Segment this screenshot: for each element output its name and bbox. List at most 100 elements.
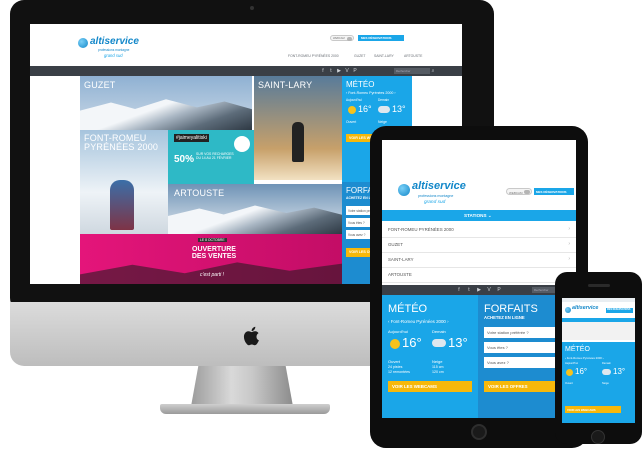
iphone-tomorrow-label: Demain (602, 362, 611, 365)
search-icon[interactable]: ⌕ (430, 68, 436, 74)
stations-dropdown-bar[interactable]: STATIONS ⌄ (382, 210, 576, 221)
nav-font-romeu[interactable]: FONT-ROMEU PYRÉNÉES 2000 (288, 54, 339, 58)
brand-name[interactable]: altiservice (90, 36, 139, 47)
ipad-logo-icon (398, 184, 410, 196)
vimeo-icon[interactable]: V (344, 68, 350, 74)
site-header: altiservice professions montagne grand s… (30, 24, 462, 66)
sun-icon (390, 339, 400, 349)
ipad-social-strip: f t ▶ V P Rechercher (382, 285, 576, 295)
imac-camera (250, 6, 254, 10)
ipad-tomorrow-temp: 13° (448, 335, 468, 350)
ipad-pistes-value: 24 pistes (388, 365, 403, 369)
iphone-station-list (562, 322, 635, 340)
altiservice-logo-icon (78, 38, 88, 48)
webcam-toggle[interactable]: WEBCAM (330, 35, 354, 41)
iphone-speaker (588, 284, 610, 287)
ipad-list-item[interactable]: FONT-ROMEU PYRÉNÉES 2000 › (382, 223, 576, 238)
ipad-reservations-button[interactable]: MES RÉSERVATIONS (534, 188, 574, 195)
pinterest-icon[interactable]: P (352, 68, 358, 74)
iphone-status-bar (562, 298, 635, 302)
ipad-list-item[interactable]: ARTOUSTE› (382, 268, 576, 283)
pinterest-icon[interactable]: P (496, 287, 502, 293)
meteo-neige-label: Neige (378, 120, 387, 124)
ipad-partner: grand sud (424, 200, 446, 205)
meteo-today-temp: 16° (358, 104, 372, 114)
chevron-right-icon: › (568, 226, 570, 232)
promo-panel[interactable]: #jaimeyalitiski 50% SUR VOS RECHARGES DU… (168, 130, 254, 184)
facebook-icon[interactable]: f (456, 287, 462, 293)
promo-percent: 50% (174, 154, 195, 165)
iphone-screen: altiservice MES RÉSERVATIONS MÉTÉO ‹ Fon… (562, 298, 635, 423)
meteo-tomorrow-temp: 13° (392, 104, 406, 114)
search-input[interactable]: Rechercher (394, 68, 430, 74)
ipad-webcam-button[interactable]: VOIR LES WEBCAMS (388, 381, 472, 392)
vimeo-icon[interactable]: V (486, 287, 492, 293)
ipad-forfaits-subtitle: ACHETEZ EN LIGNE (484, 315, 525, 320)
panel-saint-lary-title: SAINT-LARY (258, 80, 313, 90)
mascot-icon (234, 136, 250, 152)
meteo-today-label: Aujourd'hui (346, 98, 362, 102)
meteo-title: MÉTÉO (346, 80, 375, 89)
ipad-neige-value: 115 cm (432, 365, 444, 369)
panel-guzet[interactable]: GUZET (80, 76, 252, 130)
twitter-icon[interactable]: t (466, 287, 472, 293)
panel-artouste[interactable]: ARTOUSTE (168, 184, 342, 234)
ipad-toggle-knob (524, 190, 530, 194)
ipad-reservations-label: MES RÉSERVATIONS (536, 189, 567, 194)
nav-guzet[interactable]: GUZET (354, 54, 366, 58)
sun-icon (348, 106, 356, 114)
ouverture-title: OUVERTURE DES VENTES (191, 246, 237, 260)
social-strip: f t ▶ V P Rechercher ⌕ (30, 66, 462, 76)
iphone-tomorrow-temp: 13° (613, 367, 626, 376)
panel-saint-lary[interactable]: SAINT-LARY (254, 76, 342, 180)
cloud-icon (602, 369, 611, 375)
ipad-webcam-toggle[interactable]: WEBCAM (506, 188, 532, 195)
ipad-list-item[interactable]: SAINT-LARY › (382, 253, 576, 268)
search-placeholder: Rechercher (396, 69, 411, 73)
list-item-label: ARTOUSTE (388, 272, 412, 277)
ipad-toggle-label: WEBCAM (509, 190, 523, 195)
brand-tagline: professions montagne (98, 48, 130, 52)
ipad-tagline: professions montagne (418, 194, 454, 198)
youtube-icon[interactable]: ▶ (336, 68, 342, 74)
apple-logo-icon (240, 324, 264, 348)
promo-hashtag: #jaimeyalitiski (174, 134, 209, 142)
nav-artouste[interactable]: ARTOUSTE (404, 54, 422, 58)
youtube-icon[interactable]: ▶ (476, 287, 482, 293)
iphone-meteo-widget: MÉTÉO ‹ Font-Romeu Pyrénées 2000 › Aujou… (562, 342, 635, 423)
facebook-icon[interactable]: f (320, 68, 326, 74)
ouverture-panel[interactable]: LE 8 OCTOBRE OUVERTURE DES VENTES c'est … (80, 234, 342, 284)
cloud-icon (432, 339, 446, 347)
sun-icon (566, 369, 573, 376)
iphone-ouvert-label: Ouvert (565, 382, 573, 385)
ipad-brand[interactable]: altiservice (412, 180, 466, 192)
meteo-ouvert-label: Ouvert (346, 120, 357, 124)
iphone-brand[interactable]: altiservice (572, 305, 598, 311)
ipad-screen: altiservice professions montagne grand s… (382, 140, 576, 418)
iphone-meteo-station[interactable]: ‹ Font-Romeu Pyrénées 2000 › (565, 356, 604, 360)
ouverture-script: c'est parti ! (200, 272, 225, 278)
ipad-today-label: Aujourd'hui (388, 329, 408, 334)
iphone-reservations-button[interactable]: MES RÉSERVATIONS (606, 308, 633, 313)
ipad-meteo-station[interactable]: ‹ Font-Romeu Pyrénées 2000 › (388, 319, 449, 324)
iphone-meteo-title: MÉTÉO (565, 346, 590, 353)
list-item-label: GUZET (388, 242, 403, 247)
twitter-icon[interactable]: t (328, 68, 334, 74)
ipad-remontees-value: 12 remontées (388, 370, 410, 374)
meteo-station[interactable]: ‹ Font-Romeu Pyrénées 2000 › (346, 91, 396, 95)
iphone-webcam-button[interactable]: VOIR LES WEBCAMS (565, 406, 621, 413)
ipad-tomorrow-label: Demain (432, 329, 446, 334)
panel-font-romeu-title: FONT-ROMEU PYRÉNÉES 2000 (84, 133, 159, 152)
cloud-icon (378, 106, 390, 113)
ipad-home-button[interactable] (471, 424, 487, 440)
nav-saint-lary[interactable]: SAINT-LARY (374, 54, 394, 58)
ipad-list-item[interactable]: GUZET › (382, 238, 576, 253)
child-skier-photo (110, 180, 134, 230)
iphone-home-button[interactable] (591, 430, 605, 444)
imac-base (160, 404, 330, 414)
iphone-reservations-label: MES RÉSERVATIONS (607, 309, 631, 311)
reservations-button[interactable]: MES RÉSERVATIONS (358, 35, 404, 41)
panel-font-romeu[interactable]: FONT-ROMEU PYRÉNÉES 2000 (80, 130, 168, 234)
promo-text: SUR VOS RECHARGES DU 14 AU 21 FÉVRIER (196, 152, 234, 160)
webcam-toggle-label: WEBCAM (333, 37, 345, 40)
